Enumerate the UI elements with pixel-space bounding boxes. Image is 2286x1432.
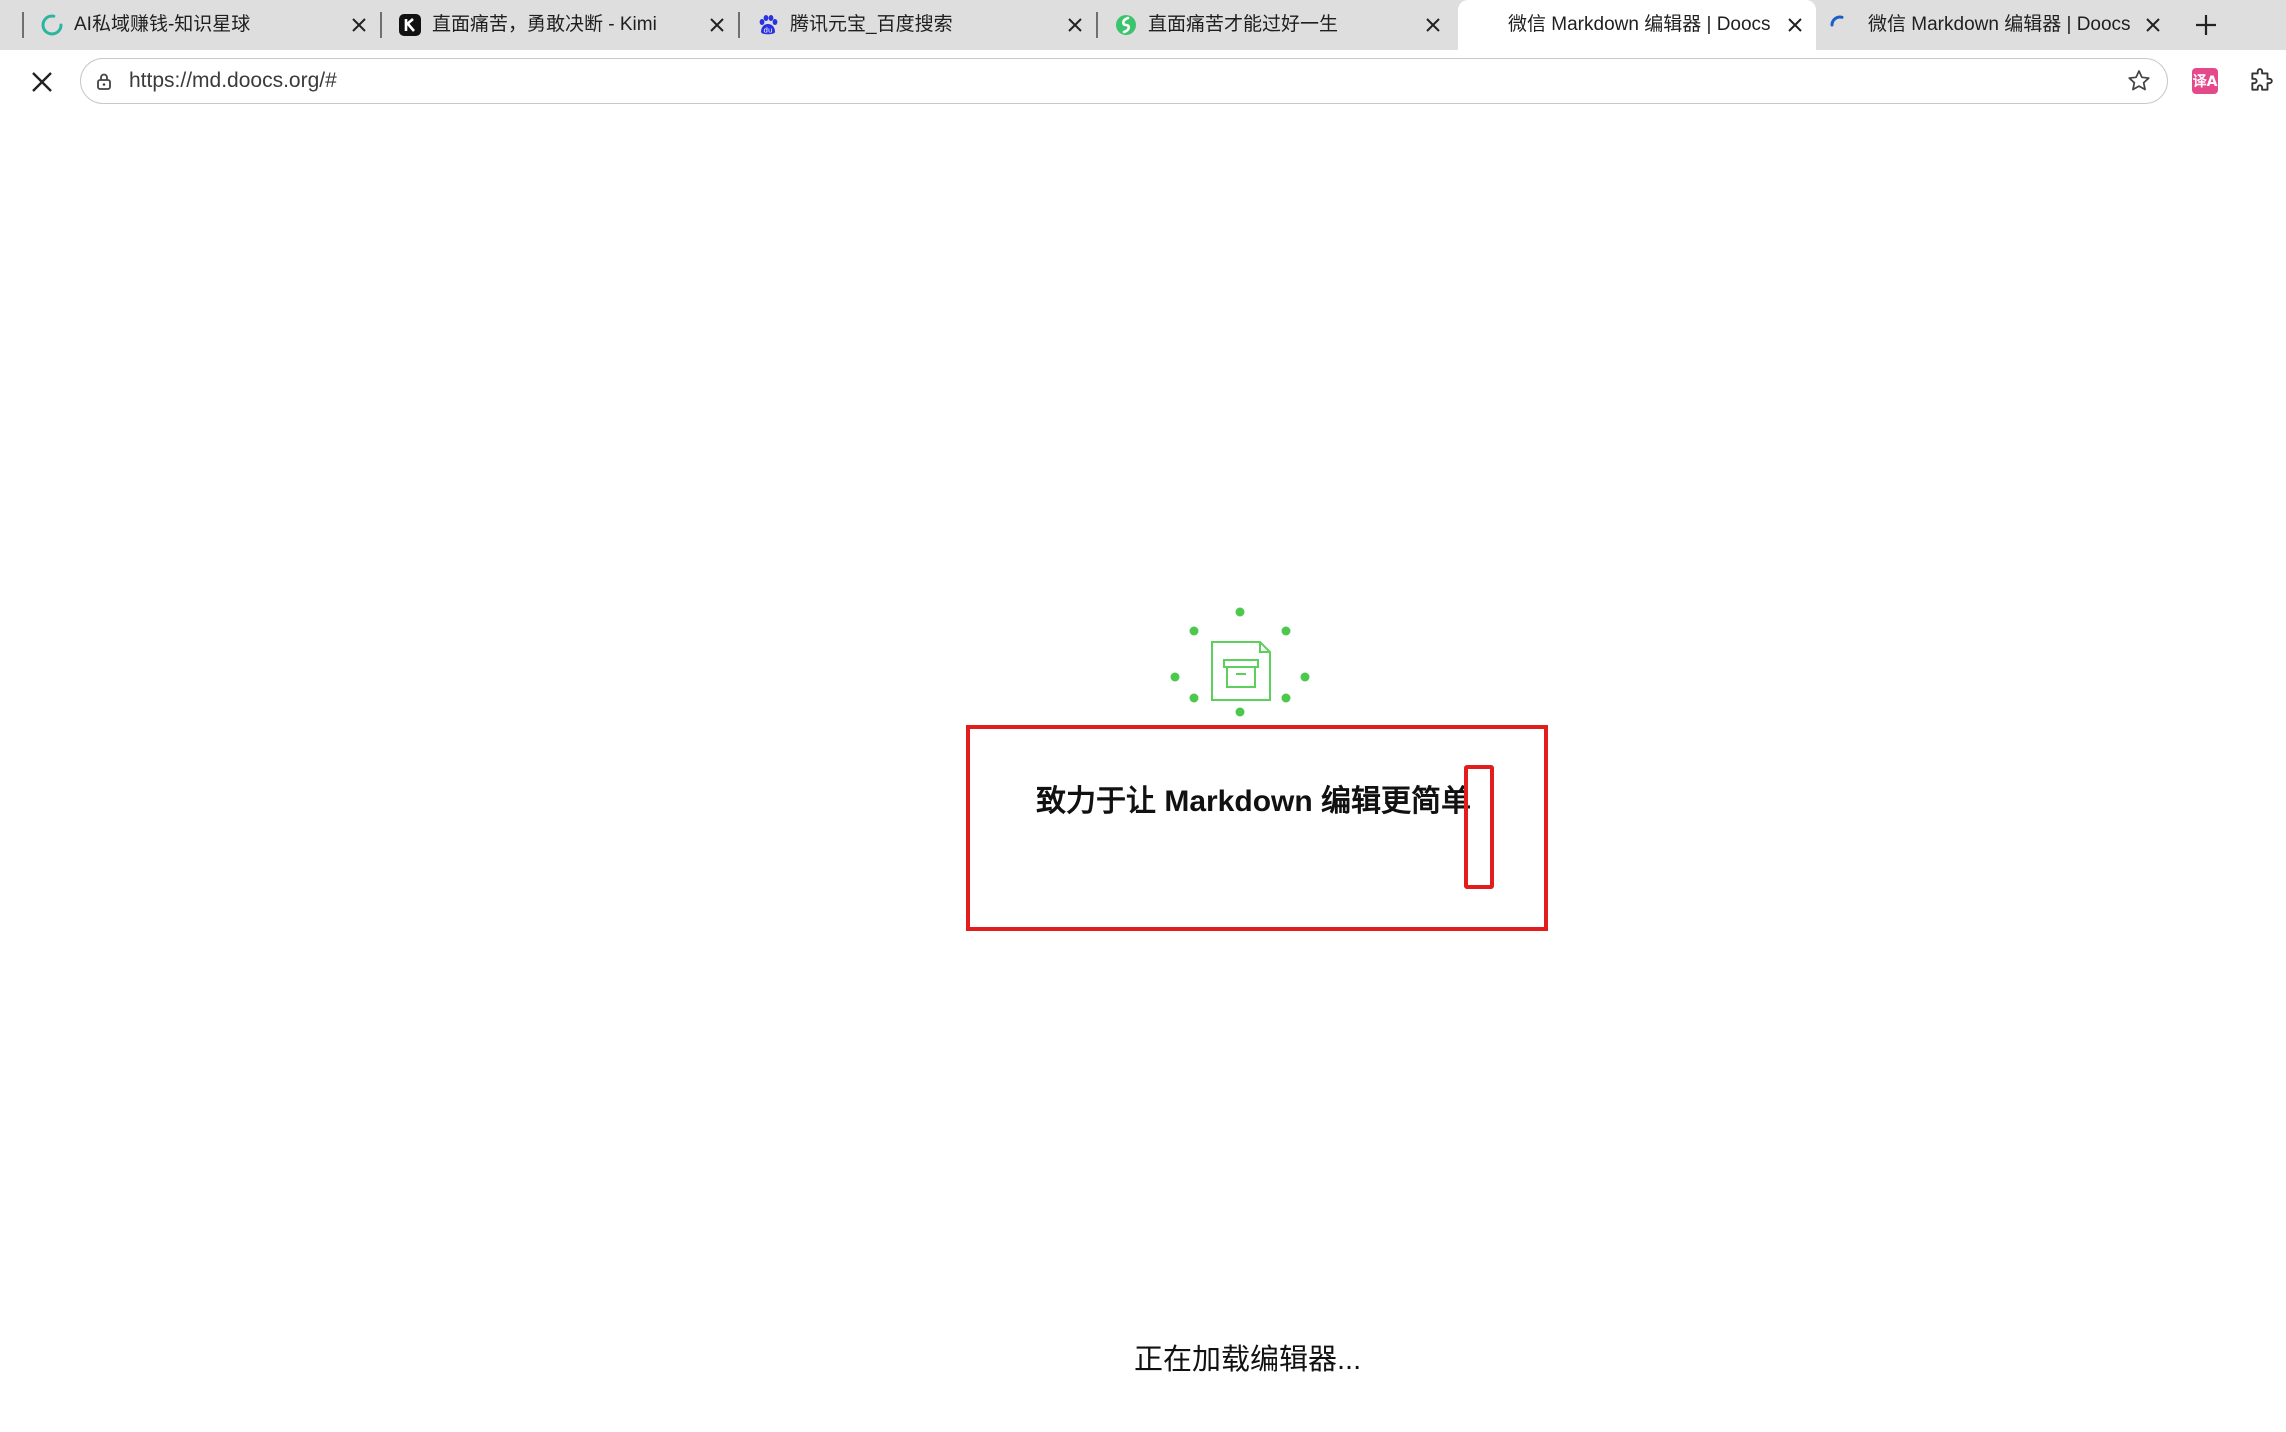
spinner-icon: [38, 11, 66, 39]
close-icon[interactable]: [1062, 12, 1088, 38]
tab-title: 直面痛苦才能过好一生: [1148, 14, 1339, 35]
tab-title: AI私域赚钱-知识星球: [74, 14, 251, 35]
tab-strip: AI私域赚钱-知识星球 直面痛苦，勇敢决断 - Kimi du 腾讯元宝_百度搜…: [0, 0, 2286, 50]
loading-status-text: 正在加载编辑器...: [1134, 1344, 1362, 1376]
url-text[interactable]: https://md.doocs.org/#: [129, 68, 337, 94]
tab-doocs-md-loading[interactable]: 微信 Markdown 编辑器 | Doocs 开: [1816, 0, 2174, 50]
kimi-k-icon: [396, 11, 424, 39]
tab-title: 微信 Markdown 编辑器 | Doocs 开: [1868, 14, 2130, 35]
browser-toolbar: https://md.doocs.org/# 译A: [0, 50, 2286, 112]
tab-baidu-search[interactable]: du 腾讯元宝_百度搜索: [738, 0, 1096, 50]
baidu-paw-icon: du: [754, 11, 782, 39]
tab-separator: [738, 12, 740, 38]
close-icon[interactable]: [704, 12, 730, 38]
yuanbao-icon: [1112, 11, 1140, 39]
close-icon[interactable]: [1782, 12, 1808, 38]
close-icon[interactable]: [2140, 12, 2166, 38]
highlight-annotation-box: [966, 725, 1548, 931]
tab-kimi[interactable]: 直面痛苦，勇敢决断 - Kimi: [380, 0, 738, 50]
text-cursor-annotation: [1464, 765, 1494, 889]
plus-icon: [2196, 15, 2216, 35]
extensions-puzzle-icon[interactable]: [2246, 66, 2276, 96]
site-info-icon[interactable]: [91, 68, 117, 94]
document-archive-icon: [1211, 641, 1271, 701]
tab-title: 微信 Markdown 编辑器 | Doocs 开: [1508, 14, 1770, 35]
tab-title: 直面痛苦，勇敢决断 - Kimi: [432, 14, 657, 35]
tab-separator: [22, 12, 24, 38]
tab-separator: [1096, 12, 1098, 38]
close-icon[interactable]: [1420, 12, 1446, 38]
tab-separator: [380, 12, 382, 38]
address-bar[interactable]: https://md.doocs.org/#: [80, 58, 2168, 104]
translate-extension-icon[interactable]: 译A: [2192, 68, 2218, 94]
new-tab-button[interactable]: [2190, 9, 2222, 41]
stop-loading-button[interactable]: [24, 64, 60, 100]
close-icon: [32, 72, 52, 92]
tab-title: 腾讯元宝_百度搜索: [790, 14, 953, 35]
tab-yuanbao[interactable]: 直面痛苦才能过好一生: [1096, 0, 1454, 50]
close-icon[interactable]: [346, 12, 372, 38]
loading-spinner-icon: [1826, 11, 1854, 39]
svg-text:du: du: [764, 27, 773, 35]
tab-doocs-md-active[interactable]: 微信 Markdown 编辑器 | Doocs 开: [1458, 0, 1816, 50]
star-icon[interactable]: [2125, 67, 2153, 95]
tab-ai-private-domain[interactable]: AI私域赚钱-知识星球: [22, 0, 380, 50]
page-headline: 致力于让 Markdown 编辑更简单: [1036, 785, 1472, 818]
